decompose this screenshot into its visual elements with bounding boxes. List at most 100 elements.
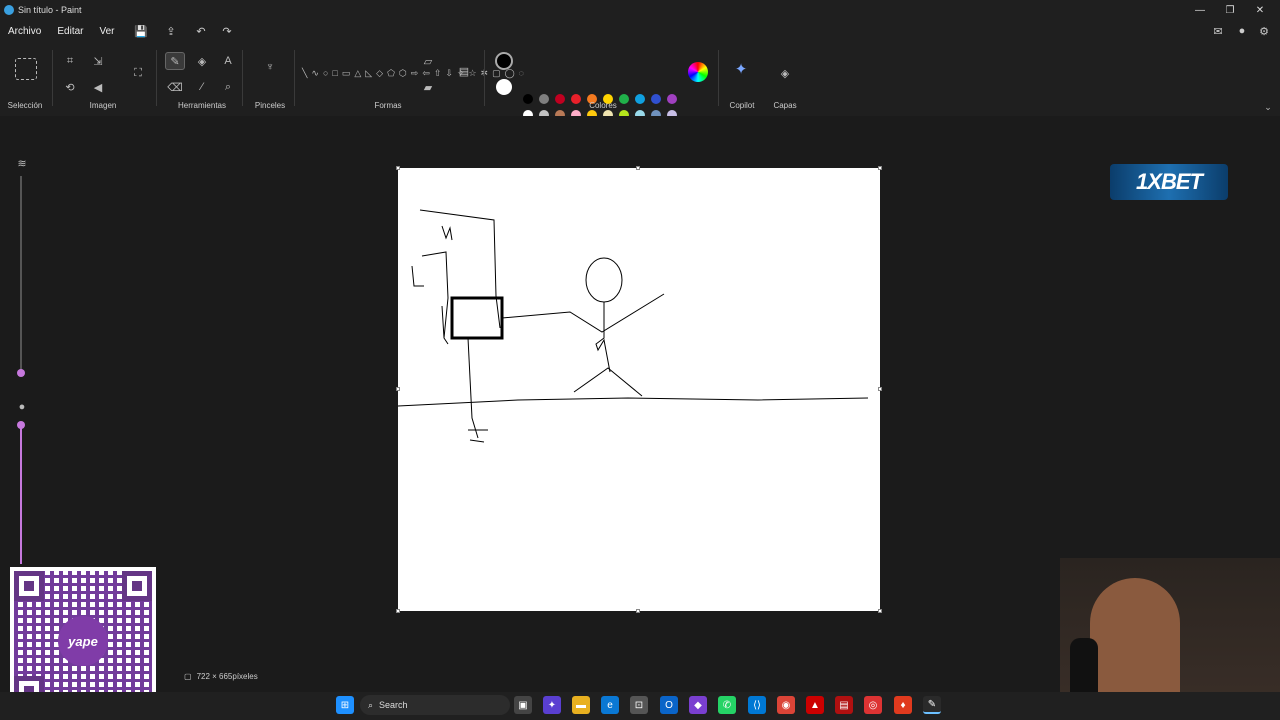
- ribbon: Selección ⌗ ⇲ ⛶ ⟲ ◀ Imagen ✎ ◈ A ⌫ ⁄ ⌕ H…: [0, 42, 1280, 136]
- canvas-drawing: [397, 209, 869, 443]
- search-placeholder: Search: [379, 700, 408, 710]
- select-rectangle-icon[interactable]: [15, 58, 37, 80]
- undo-icon[interactable]: ↶: [193, 23, 209, 39]
- secondary-color-swatch[interactable]: [496, 79, 512, 95]
- menu-ver[interactable]: Ver: [91, 26, 122, 37]
- canvas-size-text: 722 × 665píxeles: [196, 672, 258, 681]
- ribbon-divider: [294, 50, 295, 106]
- resize-icon[interactable]: ⇲: [88, 52, 108, 70]
- feedback-icon[interactable]: ✉: [1210, 23, 1226, 39]
- resize-handle[interactable]: [396, 387, 400, 391]
- crop-icon[interactable]: ⌗: [60, 52, 80, 70]
- resize-handle[interactable]: [878, 609, 882, 613]
- restore-button[interactable]: ❐: [1215, 0, 1245, 20]
- copilot-icon[interactable]: ✦: [731, 60, 751, 78]
- file-explorer-icon[interactable]: ▬: [572, 696, 590, 714]
- color-swatch[interactable]: [667, 94, 677, 104]
- menu-bar: Archivo Editar Ver: [0, 20, 1280, 42]
- ribbon-divider: [242, 50, 243, 106]
- store-icon[interactable]: ⊡: [630, 696, 648, 714]
- share-icon[interactable]: ⇪: [163, 23, 179, 39]
- menu-archivo[interactable]: Archivo: [0, 26, 49, 37]
- color-swatch[interactable]: [651, 94, 661, 104]
- ribbon-divider: [718, 50, 719, 106]
- resize-handle[interactable]: [636, 609, 640, 613]
- menu-editar[interactable]: Editar: [49, 26, 91, 37]
- pencil-icon[interactable]: ✎: [165, 52, 185, 70]
- fill-bucket-icon[interactable]: ◈: [192, 52, 212, 70]
- opacity-slider-track[interactable]: [20, 424, 22, 564]
- color-swatch[interactable]: [523, 94, 533, 104]
- app-icon[interactable]: ♦: [894, 696, 912, 714]
- brush-size-icon: ≋: [17, 157, 27, 170]
- flip-icon[interactable]: ◀: [88, 78, 108, 96]
- group-label-copilot: Copilot: [729, 101, 755, 110]
- account-icon[interactable]: ●: [1234, 23, 1250, 39]
- text-tool-icon[interactable]: A: [218, 52, 238, 70]
- edge-browser-icon[interactable]: e: [601, 696, 619, 714]
- taskbar-search[interactable]: ⌕ Search: [360, 695, 510, 715]
- save-icon[interactable]: 💾: [133, 23, 149, 39]
- color-swatch[interactable]: [635, 94, 645, 104]
- minimize-button[interactable]: —: [1185, 0, 1215, 20]
- group-label-imagen: Imagen: [89, 101, 117, 110]
- windows-start-icon[interactable]: ⊞: [336, 696, 354, 714]
- magnifier-icon[interactable]: ⌕: [218, 78, 238, 96]
- chevron-down-icon[interactable]: ⌄: [1258, 98, 1278, 116]
- whatsapp-icon[interactable]: ✆: [718, 696, 736, 714]
- resize-handle[interactable]: [878, 387, 882, 391]
- size-slider-track[interactable]: [20, 176, 22, 374]
- opacity-icon: ●: [18, 401, 26, 413]
- edit-colors-icon[interactable]: [688, 62, 708, 82]
- outline-icon[interactable]: ▱: [418, 52, 438, 70]
- vscode-icon[interactable]: ⟨⟩: [748, 696, 766, 714]
- app-icon[interactable]: ▲: [806, 696, 824, 714]
- color-swatch[interactable]: [555, 94, 565, 104]
- yape-logo: yape: [58, 616, 108, 666]
- shape-size-icon[interactable]: ▤: [454, 62, 474, 80]
- copilot-taskbar-icon[interactable]: ✦: [543, 696, 561, 714]
- window-title: Sin título - Paint: [18, 5, 82, 15]
- qr-finder: [122, 571, 152, 601]
- close-button[interactable]: ✕: [1245, 0, 1275, 20]
- resize-handle[interactable]: [396, 609, 400, 613]
- brand-logo-overlay: 1XBET: [1110, 164, 1228, 200]
- search-icon: ⌕: [368, 699, 374, 710]
- ribbon-divider: [156, 50, 157, 106]
- group-label-formas: Formas: [374, 101, 402, 110]
- eraser-icon[interactable]: ⌫: [165, 78, 185, 96]
- layers-icon[interactable]: ◈: [775, 64, 795, 82]
- group-label-seleccion: Selección: [7, 101, 43, 110]
- group-label-colores: Colores: [589, 101, 617, 110]
- app-icon[interactable]: ◎: [864, 696, 882, 714]
- outlook-icon[interactable]: O: [660, 696, 678, 714]
- app-icon[interactable]: ◆: [689, 696, 707, 714]
- status-bar: ▢ 722 × 665píxeles: [184, 672, 258, 681]
- color-swatch[interactable]: [539, 94, 549, 104]
- fill-style-icon[interactable]: ▰: [418, 78, 438, 96]
- size-slider-knob[interactable]: [17, 369, 25, 377]
- group-label-herramientas: Herramientas: [177, 101, 226, 110]
- drawing-canvas[interactable]: [397, 168, 880, 611]
- color-picker-icon[interactable]: ⁄: [192, 78, 212, 96]
- group-label-pinceles: Pinceles: [254, 101, 286, 110]
- chrome-icon[interactable]: ◉: [777, 696, 795, 714]
- group-label-capas: Capas: [773, 101, 797, 110]
- resize-handle[interactable]: [396, 166, 400, 170]
- resize-handle[interactable]: [878, 166, 882, 170]
- redo-icon[interactable]: ↷: [219, 23, 235, 39]
- shapes-gallery[interactable]: ╲∿○□▭△◺◇⬠⬡⇨⇦⇧⇩✧☆✲▢◯◌: [302, 46, 524, 100]
- app-icon[interactable]: ▤: [835, 696, 853, 714]
- image-select-icon[interactable]: ⛶: [128, 64, 148, 82]
- primary-color-swatch[interactable]: [495, 52, 513, 70]
- paint-taskbar-icon[interactable]: ✎: [923, 696, 941, 714]
- task-view-icon[interactable]: ▣: [514, 696, 532, 714]
- resize-handle[interactable]: [636, 166, 640, 170]
- opacity-slider-knob[interactable]: [17, 421, 25, 429]
- rotate-icon[interactable]: ⟲: [60, 78, 80, 96]
- qr-code-overlay: yape: [10, 567, 156, 710]
- qr-finder: [14, 571, 44, 601]
- settings-gear-icon[interactable]: ⚙: [1256, 23, 1272, 39]
- brush-icon[interactable]: ♆: [260, 58, 280, 76]
- paint-app-icon: [4, 5, 14, 15]
